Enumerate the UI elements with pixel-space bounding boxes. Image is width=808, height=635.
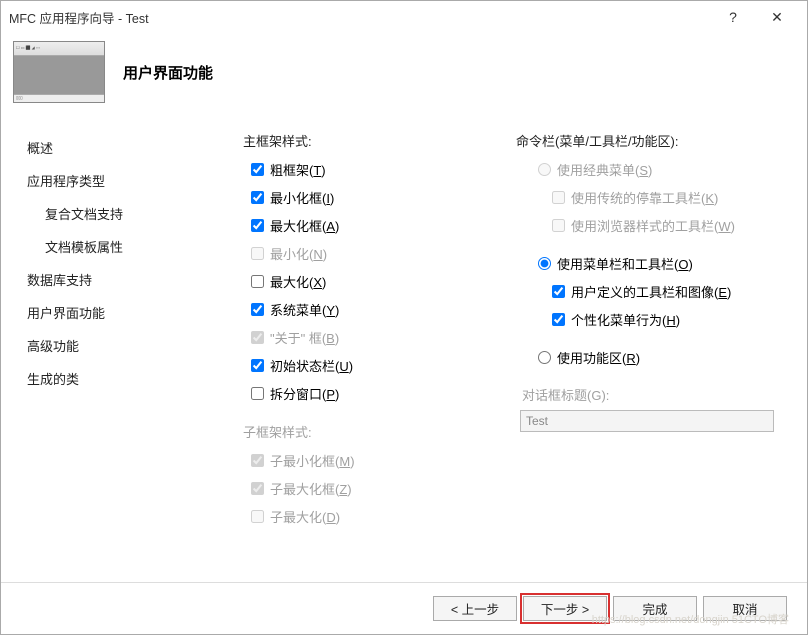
row-label: 最大化框(A)	[270, 216, 339, 235]
help-icon[interactable]: ?	[711, 3, 755, 31]
row-label: 最大化(X)	[270, 272, 326, 291]
row-label: 初始状态栏(U)	[270, 356, 353, 375]
check-d: 子最大化(D)	[243, 507, 516, 526]
sidebar-item[interactable]: 文档模板属性	[27, 230, 219, 263]
sidebar-item[interactable]: 生成的类	[27, 362, 219, 395]
next-button[interactable]: 下一步 >	[523, 596, 607, 621]
wizard-footer: < 上一步 下一步 > 完成 取消	[1, 582, 807, 634]
row-label: 子最大化框(Z)	[270, 479, 352, 498]
row-label: "关于" 框(B)	[270, 328, 339, 347]
sidebar-item[interactable]: 复合文档支持	[27, 197, 219, 230]
row-label: 用户定义的工具栏和图像(E)	[571, 282, 731, 301]
row-label: 最小化框(I)	[270, 188, 334, 207]
preview-thumbnail: ☐ ▭ ⬛ ◢ ▫▫▫ ▯▯▯	[13, 41, 105, 103]
row-label: 子最小化框(M)	[270, 451, 355, 470]
command-bar-label: 命令栏(菜单/工具栏/功能区):	[516, 131, 789, 150]
check-p[interactable]: 拆分窗口(P)	[243, 384, 516, 403]
dialog-title-input	[520, 410, 774, 432]
prev-button[interactable]: < 上一步	[433, 596, 517, 621]
check-a[interactable]: 最大化框(A)	[243, 216, 516, 235]
sidebar-item[interactable]: 高级功能	[27, 329, 219, 362]
row-label: 使用浏览器样式的工具栏(W)	[571, 216, 735, 235]
row-label: 拆分窗口(P)	[270, 384, 339, 403]
main-frame-label: 主框架样式:	[243, 131, 516, 150]
child-frame-label: 子框架样式:	[243, 422, 516, 441]
check-k: 使用传统的停靠工具栏(K)	[516, 188, 789, 207]
check-u[interactable]: 初始状态栏(U)	[243, 356, 516, 375]
page-title: 用户界面功能	[123, 62, 213, 83]
sidebar-item[interactable]: 数据库支持	[27, 263, 219, 296]
window-title: MFC 应用程序向导 - Test	[9, 8, 149, 27]
radio-o[interactable]: 使用菜单栏和工具栏(O)	[516, 254, 789, 273]
check-n: 最小化(N)	[243, 244, 516, 263]
check-t[interactable]: 粗框架(T)	[243, 160, 516, 179]
dialog-title-label: 对话框标题(G):	[522, 385, 789, 404]
radio-r[interactable]: 使用功能区(R)	[516, 348, 789, 367]
check-w: 使用浏览器样式的工具栏(W)	[516, 216, 789, 235]
row-label: 粗框架(T)	[270, 160, 326, 179]
check-x[interactable]: 最大化(X)	[243, 272, 516, 291]
row-label: 个性化菜单行为(H)	[571, 310, 680, 329]
check-b: "关于" 框(B)	[243, 328, 516, 347]
title-bar: MFC 应用程序向导 - Test ? ✕	[1, 1, 807, 33]
sidebar-item[interactable]: 概述	[27, 131, 219, 164]
row-label: 系统菜单(Y)	[270, 300, 339, 319]
row-label: 使用经典菜单(S)	[557, 160, 652, 179]
row-label: 使用功能区(R)	[557, 348, 640, 367]
wizard-header: ☐ ▭ ⬛ ◢ ▫▫▫ ▯▯▯ 用户界面功能	[1, 33, 807, 119]
sidebar-item[interactable]: 用户界面功能	[27, 296, 219, 329]
row-label: 使用传统的停靠工具栏(K)	[571, 188, 718, 207]
nav-sidebar: 概述应用程序类型复合文档支持文档模板属性数据库支持用户界面功能高级功能生成的类	[1, 119, 225, 609]
row-label: 最小化(N)	[270, 244, 327, 263]
row-label: 使用菜单栏和工具栏(O)	[557, 254, 693, 273]
check-h[interactable]: 个性化菜单行为(H)	[516, 310, 789, 329]
check-y[interactable]: 系统菜单(Y)	[243, 300, 516, 319]
radio-s: 使用经典菜单(S)	[516, 160, 789, 179]
check-i[interactable]: 最小化框(I)	[243, 188, 516, 207]
close-icon[interactable]: ✕	[755, 3, 799, 31]
check-m: 子最小化框(M)	[243, 451, 516, 470]
check-e[interactable]: 用户定义的工具栏和图像(E)	[516, 282, 789, 301]
finish-button[interactable]: 完成	[613, 596, 697, 621]
check-z: 子最大化框(Z)	[243, 479, 516, 498]
row-label: 子最大化(D)	[270, 507, 340, 526]
cancel-button[interactable]: 取消	[703, 596, 787, 621]
sidebar-item[interactable]: 应用程序类型	[27, 164, 219, 197]
